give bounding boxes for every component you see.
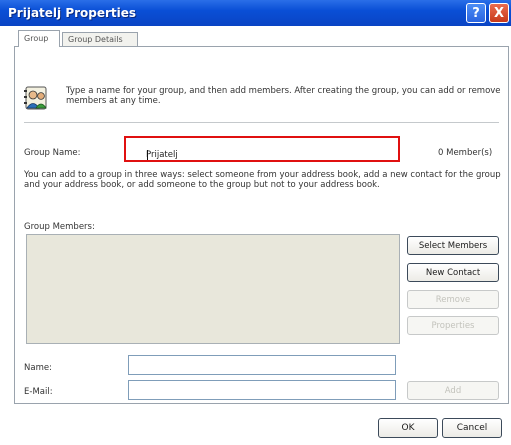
name-field[interactable] xyxy=(128,355,396,375)
group-members-list[interactable] xyxy=(26,234,400,344)
help-button[interactable]: ? xyxy=(466,3,486,23)
group-contacts-icon xyxy=(24,86,47,110)
divider xyxy=(24,122,499,123)
tab-group[interactable]: Group xyxy=(18,30,60,47)
tab-group-details[interactable]: Group Details xyxy=(62,32,138,46)
title-bar[interactable]: Prijatelj Properties ? X xyxy=(0,0,511,26)
email-label: E-Mail: xyxy=(24,387,53,397)
window-title: Prijatelj Properties xyxy=(8,6,137,20)
close-icon: X xyxy=(493,5,505,21)
name-label: Name: xyxy=(24,363,52,373)
add-button[interactable]: Add xyxy=(407,381,499,400)
group-members-label: Group Members: xyxy=(24,222,95,232)
description-text: You can add to a group in three ways: se… xyxy=(24,170,501,190)
text-caret xyxy=(147,150,148,160)
intro-text: Type a name for your group, and then add… xyxy=(66,86,501,106)
member-count: 0 Member(s) xyxy=(438,148,493,158)
dialog-window: Prijatelj Properties ? X Group Group Det… xyxy=(0,0,511,445)
select-members-button[interactable]: Select Members xyxy=(407,236,499,255)
help-icon: ? xyxy=(472,5,480,21)
cancel-button[interactable]: Cancel xyxy=(442,418,502,438)
email-field[interactable] xyxy=(128,380,396,400)
properties-button[interactable]: Properties xyxy=(407,316,499,335)
group-name-input[interactable]: Prijatelj xyxy=(124,136,400,162)
close-button[interactable]: X xyxy=(489,3,509,23)
group-name-label: Group Name: xyxy=(24,148,81,158)
new-contact-button[interactable]: New Contact xyxy=(407,263,499,282)
ok-button[interactable]: OK xyxy=(378,418,438,438)
remove-button[interactable]: Remove xyxy=(407,290,499,309)
